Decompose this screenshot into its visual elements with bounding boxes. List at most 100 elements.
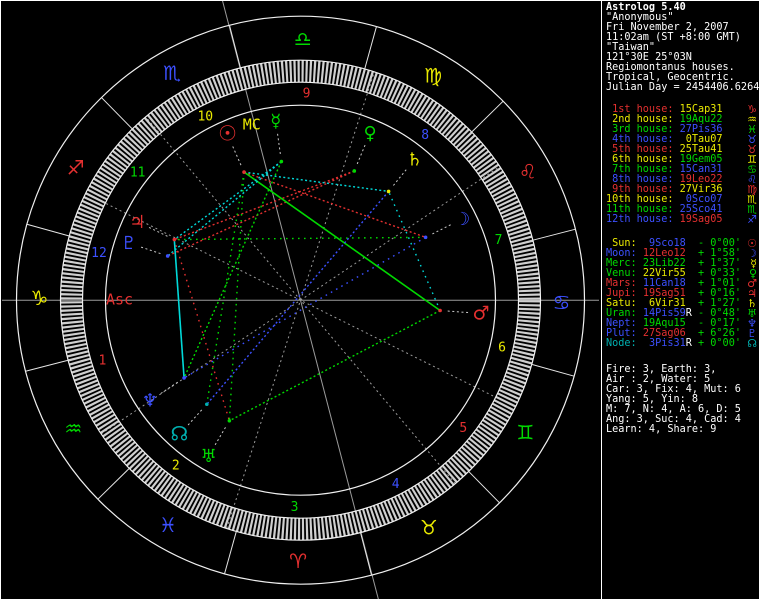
zodiac-sign-icon-pisces: ♓ <box>159 513 177 537</box>
planet-degree-dot <box>165 254 170 258</box>
zodiac-sign-icon-capricorn: ♑ <box>31 286 49 310</box>
house-number: 1 <box>99 353 107 368</box>
house-label: 12th house: <box>606 214 674 225</box>
aspect-line-trine <box>206 171 245 405</box>
planet-pointer <box>391 169 407 188</box>
sign-divider <box>471 100 504 133</box>
planet-icon-plut: ♇ <box>121 233 137 254</box>
planet-pointer <box>446 310 469 314</box>
sign-divider <box>97 468 130 500</box>
zodiac-sign-icon-virgo: ♍ <box>424 63 442 87</box>
aspect-line-trine <box>183 161 283 379</box>
aspect-line-square <box>243 171 426 238</box>
planet-velocity: + 0°00' <box>691 338 741 349</box>
zodiac-sign-icon: ♐ <box>747 213 757 226</box>
planet-degree-dot <box>205 402 209 407</box>
zodiac-sign-icon-cancer: ♋ <box>553 291 571 315</box>
sign-divider <box>360 532 373 576</box>
aspect-line-square <box>173 239 231 421</box>
element-stats: Fire: 3, Earth: 3, Air : 2, Water: 5 Car: … <box>606 364 760 435</box>
sign-divider <box>531 363 575 377</box>
zodiac-sign-icon-leo: ♌ <box>519 160 537 184</box>
planet-icon-satu: ♄ <box>406 150 422 171</box>
house-number: 3 <box>291 500 299 515</box>
planet-degree-dot <box>423 235 428 240</box>
ascendant-label: Asc <box>106 291 133 309</box>
planet-icon-nept: ♆ <box>142 391 158 412</box>
planet-icon-moon: ☽ <box>454 209 470 230</box>
aspect-line-trine <box>229 309 441 422</box>
zodiac-sign-icon-taurus: ♉ <box>420 515 438 539</box>
planet-degree-dot <box>182 376 186 380</box>
zodiac-sign-icon-gemini: ♊ <box>516 421 534 445</box>
header-text: Julian Day = 2454406.6264 <box>606 82 760 93</box>
aspect-line-sextile <box>243 171 389 193</box>
planet-icon-merc: ☿ <box>270 111 281 132</box>
planet-icon-jupi: ♃ <box>129 212 145 233</box>
planet-icon-node: ☊ <box>171 422 189 446</box>
sign-divider <box>468 471 500 504</box>
sign-divider <box>532 228 576 241</box>
sign-divider <box>228 25 241 68</box>
aspect-line-sextile <box>167 160 282 257</box>
planet-icon-uran: ♅ <box>200 446 216 467</box>
planet-degree-dot <box>386 189 391 194</box>
planet-pointer <box>356 144 366 166</box>
planet-pointer <box>430 224 451 236</box>
planet-pointer <box>140 246 163 255</box>
house-row: 12th house: 19Sag05 ♐ <box>606 213 760 226</box>
stats-text: Learn: 4, Share: 9 <box>606 424 717 435</box>
midheaven-label: MC <box>243 115 261 133</box>
planet-row: Node: 3Pis31R + 0°00' ☊ <box>606 337 760 350</box>
stats-line: Learn: 4, Share: 9 <box>606 424 760 435</box>
planet-icon-venu: ♀ <box>363 123 376 144</box>
house-number: 2 <box>172 458 180 473</box>
house-number: 12 <box>91 246 107 261</box>
sign-divider <box>26 223 70 237</box>
planet-icon-mars: ♂ <box>472 303 489 325</box>
sign-divider <box>101 97 133 130</box>
aspect-line-trine <box>228 172 245 421</box>
header-line: Julian Day = 2454406.6264 <box>606 82 760 93</box>
planet-pointer <box>232 146 243 167</box>
planet-table: Sun: 9Sco18 - 0°00' ☉ Moon: 12Leo12 + 1°58… <box>606 238 760 350</box>
aspect-line-trine <box>243 171 441 312</box>
zodiac-sign-icon-aries: ♈ <box>289 549 307 573</box>
zodiac-sign-icon-libra: ♎ <box>294 27 312 51</box>
astrolog-window: ♈ ♉ ♊ ♋ ♌ ♍ ♎ ♏ ♐ ♑ ♒ ♓ 1 2 3 4 5 6 7 8 9 10 11 12 ☉ ☽ ☿ ♀ ♂ ♃ ♄ ♅ ♆ ♇ ☊ As… <box>0 0 760 600</box>
zodiac-sign-icon-sagittarius: ♐ <box>67 156 85 180</box>
house-number: 4 <box>392 477 400 492</box>
aspect-line-sextile <box>173 160 282 241</box>
planet-degree-dot <box>242 170 246 174</box>
aspect-line-square <box>174 170 355 241</box>
planet-pointer <box>148 226 170 238</box>
planet-degree-dot <box>279 159 284 164</box>
planet-icon-sun: ☉ <box>218 122 237 146</box>
planet-degree-dot <box>438 308 442 313</box>
house-number: 9 <box>303 86 311 101</box>
house-number: 10 <box>197 109 213 124</box>
planet-degree-dot <box>352 169 357 173</box>
sign-divider <box>25 359 69 372</box>
info-panel: Astrolog 5.40 "Anonymous" Fri November 2, … <box>601 0 760 600</box>
planet-pointer <box>214 425 227 446</box>
planet-pointer <box>187 408 204 426</box>
planet-degree-dot <box>172 237 177 242</box>
planet-degree-dot <box>227 418 232 423</box>
house-table: 1st house: 15Cap31 ♑ 2nd house: 19Aqu22 ♒ … <box>606 104 760 226</box>
house-number: 11 <box>130 165 146 180</box>
zodiac-sign-icon-aquarius: ♒ <box>64 417 82 441</box>
planet-icon: ☊ <box>747 337 757 350</box>
house-cusp-value: 19Sag05 <box>679 214 723 225</box>
planet-position-value: 3Pis31 <box>642 338 686 349</box>
aspect-line-trine <box>174 236 426 241</box>
planet-label: Node: <box>606 338 637 349</box>
aspect-line-sextile <box>173 239 185 379</box>
house-number: 6 <box>498 341 506 356</box>
sign-divider <box>364 26 377 70</box>
sign-divider <box>224 531 237 574</box>
planet-pointer <box>277 133 282 156</box>
house-number: 5 <box>459 421 467 436</box>
house-number: 8 <box>421 128 429 143</box>
zodiac-sign-icon-scorpio: ♏ <box>163 61 181 85</box>
